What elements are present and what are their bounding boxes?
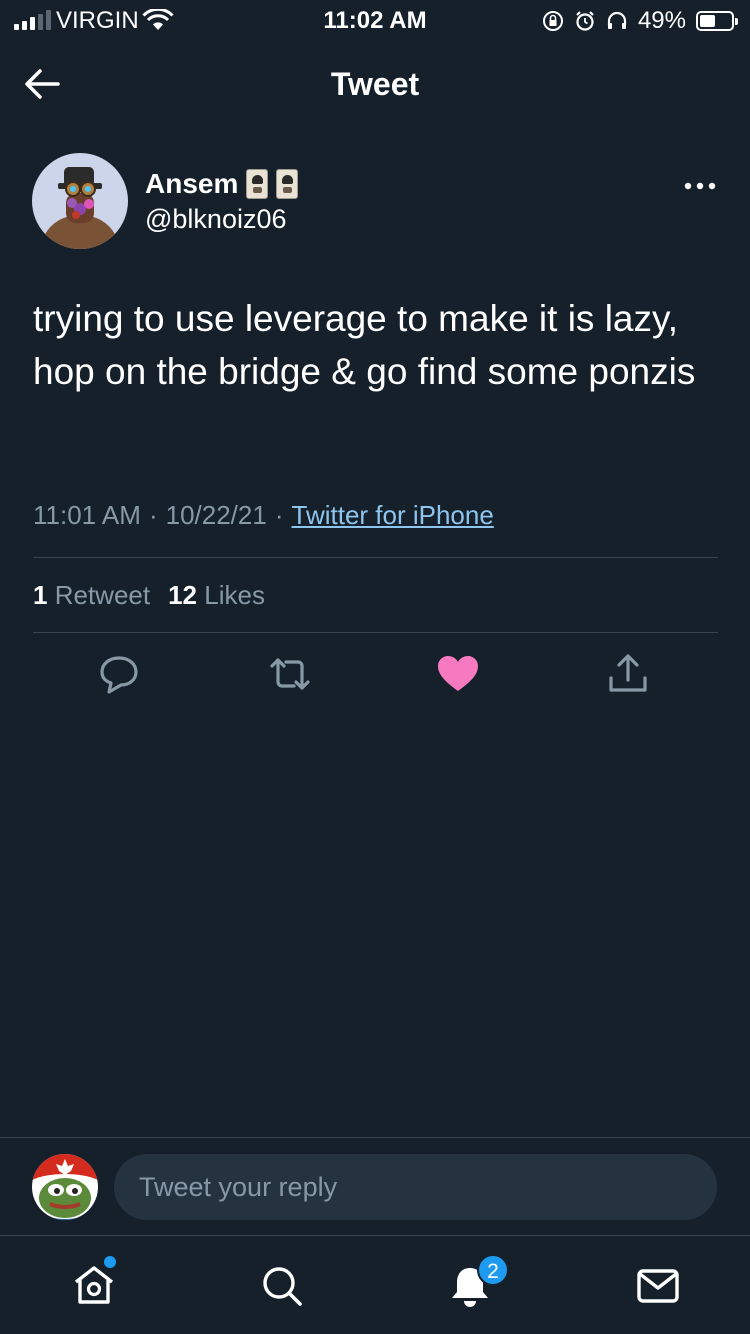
retweets-stat[interactable]: 1 Retweet — [33, 580, 150, 611]
reply-input[interactable] — [114, 1154, 717, 1220]
divider — [33, 632, 718, 633]
meta-separator: · — [148, 500, 158, 530]
like-label: Likes — [204, 580, 265, 610]
tweet-actions — [0, 652, 750, 702]
like-count: 12 — [168, 580, 198, 610]
author-name-row[interactable]: Ansem — [145, 168, 299, 200]
battery-icon — [696, 11, 738, 31]
more-options-icon[interactable] — [682, 180, 718, 192]
orientation-lock-icon — [542, 11, 563, 31]
status-bar: VIRGIN 11:02 AM 49% — [0, 0, 750, 40]
tweet-meta: 11:01 AM · 10/22/21 · Twitter for iPhone — [33, 500, 494, 531]
messages-envelope-icon[interactable] — [634, 1262, 682, 1310]
notifications-badge: 2 — [477, 1254, 509, 1286]
user-avatar[interactable] — [32, 1154, 98, 1220]
alarm-icon — [576, 11, 594, 31]
retweet-count: 1 — [33, 580, 48, 610]
tweet-time: 11:01 AM — [33, 500, 141, 530]
tab-bar: 2 — [0, 1235, 750, 1334]
divider — [33, 557, 718, 558]
meta-separator: · — [274, 500, 284, 530]
author-avatar[interactable] — [32, 153, 128, 249]
battery-percent: 49% — [637, 7, 686, 34]
likes-stat[interactable]: 12 Likes — [168, 580, 265, 611]
retweet-icon[interactable] — [268, 652, 312, 696]
reply-icon[interactable] — [97, 652, 141, 696]
tweet-source-link[interactable]: Twitter for iPhone — [292, 500, 494, 531]
retweet-label: Retweet — [54, 580, 151, 610]
share-icon[interactable] — [606, 652, 650, 696]
tweet-text: trying to use leverage to make it is laz… — [33, 298, 696, 392]
tweet-stats: 1 Retweet 12 Likes — [33, 580, 265, 611]
tweet-date: 10/22/21 — [165, 500, 267, 530]
reply-bar — [0, 1137, 750, 1235]
joker-card-icon — [246, 169, 269, 199]
header: Tweet — [0, 50, 750, 118]
page-title: Tweet — [330, 66, 420, 102]
home-icon[interactable] — [70, 1262, 118, 1310]
author-handle[interactable]: @blknoiz06 — [145, 204, 287, 235]
home-new-dot — [104, 1256, 116, 1268]
search-icon[interactable] — [258, 1262, 306, 1310]
joker-card-icon — [276, 169, 299, 199]
author-name[interactable]: Ansem — [145, 168, 238, 200]
like-heart-icon[interactable] — [436, 652, 480, 696]
headphones-icon — [607, 11, 627, 29]
